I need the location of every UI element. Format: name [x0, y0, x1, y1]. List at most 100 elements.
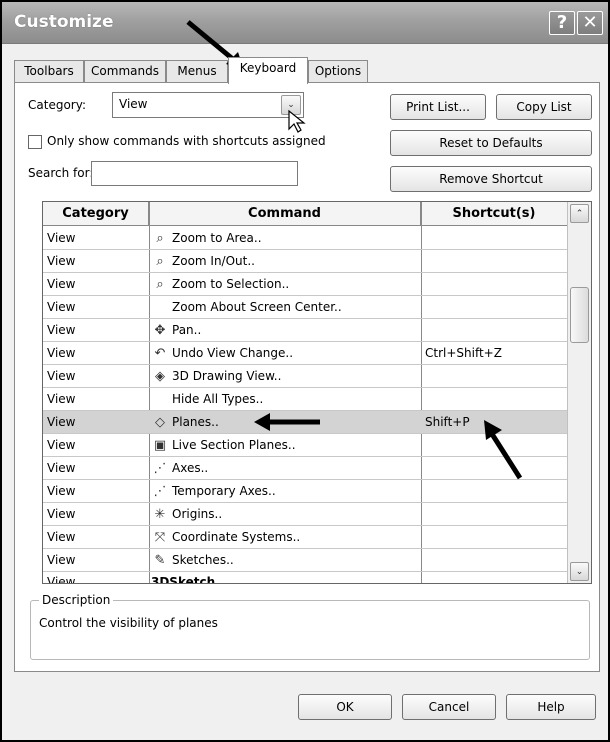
table-row[interactable]: View ⌕ Zoom to Selection.. [43, 273, 568, 296]
tab-keyboard[interactable]: Keyboard [228, 57, 308, 84]
table-row[interactable]: View Hide All Types.. [43, 388, 568, 411]
cell-category: View [47, 346, 76, 360]
cell-shortcut[interactable] [425, 227, 565, 249]
help-dialog-button[interactable]: Help [506, 694, 596, 720]
command-label: Pan.. [172, 323, 202, 337]
category-label: Category: [28, 98, 86, 112]
cell-shortcut[interactable] [425, 388, 565, 410]
cell-shortcut[interactable] [425, 526, 565, 548]
cell-shortcut[interactable] [425, 365, 565, 387]
only-shortcuts-label: Only show commands with shortcuts assign… [47, 134, 326, 148]
command-label: Live Section Planes.. [172, 438, 296, 452]
table-row[interactable]: View ⋰ Axes.. [43, 457, 568, 480]
only-shortcuts-checkbox[interactable] [28, 135, 42, 149]
planes-icon: ◇ [155, 414, 165, 430]
zoom-in-out-icon: ⌕ [156, 253, 164, 269]
command-label: Zoom to Area.. [172, 231, 262, 245]
cell-shortcut[interactable]: Shift+P [425, 411, 565, 433]
coordinate-systems-icon: ⤧ [154, 529, 166, 545]
ok-button[interactable]: OK [298, 694, 392, 720]
cancel-button[interactable]: Cancel [402, 694, 496, 720]
search-input[interactable] [91, 161, 298, 186]
cell-category: View [47, 507, 76, 521]
cell-shortcut[interactable] [425, 296, 565, 318]
table-body: View ⌕ Zoom to Area.. View ⌕ Zoom In/Out.. Vie… [43, 227, 568, 584]
cell-command: ✎ Sketches.. [149, 549, 419, 571]
description-legend: Description [39, 593, 114, 607]
scroll-thumb[interactable] [570, 287, 589, 343]
search-label: Search for: [28, 166, 94, 180]
cell-category: View [47, 553, 76, 567]
print-list-button[interactable]: Print List... [390, 94, 486, 120]
table-row[interactable]: View ✥ Pan.. [43, 319, 568, 342]
cell-shortcut[interactable] [425, 273, 565, 295]
category-select[interactable]: View ⌄ [112, 92, 304, 118]
header-shortcut[interactable]: Shortcut(s) [421, 202, 568, 226]
cell-shortcut[interactable] [425, 457, 565, 479]
cell-command: ⋰ Axes.. [149, 457, 419, 479]
live-section-planes-icon: ▣ [153, 437, 167, 453]
cell-shortcut[interactable] [425, 319, 565, 341]
table-row[interactable]: View 3DSketch [43, 572, 568, 584]
description-group: Description Control the visibility of pl… [30, 593, 590, 660]
header-command[interactable]: Command [149, 202, 421, 226]
cell-category: View [47, 530, 76, 544]
table-row[interactable]: View ⌕ Zoom In/Out.. [43, 250, 568, 273]
command-label: Hide All Types.. [172, 392, 264, 406]
table-row[interactable]: View ⤧ Coordinate Systems.. [43, 526, 568, 549]
tab-commands[interactable]: Commands [84, 60, 166, 83]
cell-category: View [47, 300, 76, 314]
cell-shortcut[interactable] [425, 549, 565, 571]
table-row[interactable]: View ⌕ Zoom to Area.. [43, 227, 568, 250]
table-row[interactable]: View ⋰ Temporary Axes.. [43, 480, 568, 503]
cell-category: View [47, 484, 76, 498]
description-text: Control the visibility of planes [39, 616, 218, 630]
table-row[interactable]: View ↶ Undo View Change.. Ctrl+Shift+Z [43, 342, 568, 365]
close-button[interactable]: ✕ [577, 11, 603, 35]
tab-options[interactable]: Options [308, 60, 368, 83]
shortcut-table: Category Command Shortcut(s) View ⌕ Zoom t… [42, 201, 592, 584]
help-button[interactable]: ? [549, 11, 575, 35]
header-category[interactable]: Category [43, 202, 149, 226]
cell-category: View [47, 323, 76, 337]
chevron-down-icon[interactable]: ⌄ [281, 95, 301, 115]
cell-category: View [47, 369, 76, 383]
copy-list-button[interactable]: Copy List [496, 94, 592, 120]
tab-menus[interactable]: Menus [166, 60, 228, 83]
cell-shortcut[interactable] [425, 480, 565, 502]
command-label: Axes.. [172, 461, 209, 475]
table-header: Category Command Shortcut(s) [43, 202, 568, 226]
title-bar[interactable]: Customize ? ✕ [2, 2, 608, 44]
table-row[interactable]: View ◇ Planes.. Shift+P [43, 411, 568, 434]
vertical-scrollbar[interactable]: ⌃ ⌄ [567, 202, 591, 583]
origins-icon: ✳ [154, 506, 166, 522]
zoom-area-icon: ⌕ [156, 230, 164, 246]
table-row[interactable]: View ✎ Sketches.. [43, 549, 568, 572]
table-row[interactable]: View ▣ Live Section Planes.. [43, 434, 568, 457]
axes-icon: ⋰ [153, 460, 167, 476]
tab-toolbars[interactable]: Toolbars [14, 60, 84, 83]
scroll-down-icon[interactable]: ⌄ [570, 562, 589, 581]
cell-shortcut[interactable]: Ctrl+Shift+Z [425, 342, 565, 364]
cell-command: 3DSketch [149, 572, 419, 584]
scroll-up-icon[interactable]: ⌃ [570, 204, 589, 223]
command-label: 3DSketch [151, 575, 216, 584]
cell-command: ⤧ Coordinate Systems.. [149, 526, 419, 548]
table-row[interactable]: View ✳ Origins.. [43, 503, 568, 526]
command-label: Origins.. [172, 507, 223, 521]
table-row[interactable]: View Zoom About Screen Center.. [43, 296, 568, 319]
cell-command: ↶ Undo View Change.. [149, 342, 419, 364]
table-row[interactable]: View ◈ 3D Drawing View.. [43, 365, 568, 388]
reset-defaults-button[interactable]: Reset to Defaults [390, 130, 592, 156]
sketches-icon: ✎ [154, 552, 166, 568]
cell-command: ⌕ Zoom to Area.. [149, 227, 419, 249]
cell-command: ✳ Origins.. [149, 503, 419, 525]
cell-shortcut[interactable] [425, 503, 565, 525]
cell-shortcut[interactable] [425, 434, 565, 456]
cell-command: Hide All Types.. [149, 388, 419, 410]
cell-command: ◇ Planes.. [149, 411, 419, 433]
category-value: View [119, 97, 148, 111]
cell-shortcut[interactable] [425, 250, 565, 272]
cell-shortcut[interactable] [425, 572, 565, 583]
remove-shortcut-button[interactable]: Remove Shortcut [390, 166, 592, 192]
